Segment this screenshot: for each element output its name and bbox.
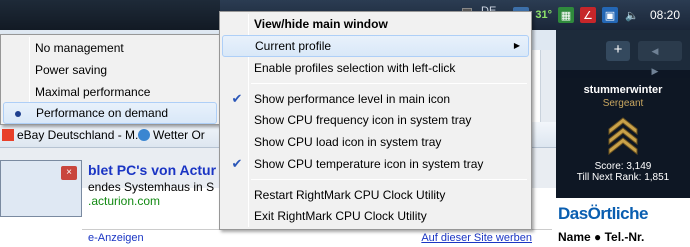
gamer-score: Score: 3,149: [594, 161, 652, 172]
menu-item-show-cpu-load[interactable]: Show CPU load icon in system tray: [222, 131, 529, 153]
tray-context-menu: View/hide main window Current profile ▶ …: [219, 11, 532, 230]
clock[interactable]: 08:20: [650, 8, 680, 22]
menu-item-exit[interactable]: Exit RightMark CPU Clock Utility: [222, 205, 529, 227]
submenu-arrow-icon: ▶: [513, 41, 520, 50]
menu-separator: [251, 83, 527, 84]
ebay-favicon: [2, 129, 14, 141]
ads-link[interactable]: e-Anzeigen: [88, 232, 144, 244]
advertise-link[interactable]: Auf dieser Site werben: [421, 232, 532, 244]
radio-selected-icon: [15, 111, 21, 117]
menu-item-label: Maximal performance: [35, 85, 151, 99]
menu-item-label: Power saving: [35, 63, 108, 77]
nav-arrows[interactable]: ◀ ▶: [638, 41, 682, 76]
menu-item-label: Performance on demand: [36, 106, 169, 120]
cpu-performance-tray-icon[interactable]: ▦: [557, 7, 574, 23]
ad-columns: Name ● Tel.-Nr.: [558, 230, 645, 244]
menu-item-show-performance-level[interactable]: ✔ Show performance level in main icon: [222, 88, 529, 110]
menu-item-performance-on-demand[interactable]: Performance on demand: [3, 102, 217, 124]
checkmark-icon: ✔: [231, 156, 243, 171]
menu-separator: [251, 179, 527, 180]
menu-item-show-cpu-temperature[interactable]: ✔ Show CPU temperature icon in system tr…: [222, 153, 529, 175]
antivirus-icon[interactable]: ∠: [579, 7, 596, 23]
menu-item-label: Show CPU frequency icon in system tray: [254, 113, 472, 127]
taskbar-left-area: [0, 0, 220, 30]
profile-submenu: No management Power saving Maximal perfo…: [0, 34, 220, 125]
volume-icon[interactable]: 🔈: [624, 7, 640, 23]
ad-url[interactable]: .acturion.com: [88, 194, 160, 208]
cpu-temperature-tray-text[interactable]: 31°: [535, 9, 552, 21]
menu-item-label: Show performance level in main icon: [254, 92, 451, 106]
menu-item-label: View/hide main window: [254, 17, 388, 31]
menu-item-label: Current profile: [255, 39, 332, 53]
menu-item-current-profile[interactable]: Current profile ▶: [222, 35, 529, 57]
gamer-username: stummerwinter: [583, 84, 663, 96]
menu-item-restart[interactable]: Restart RightMark CPU Clock Utility: [222, 184, 529, 206]
network-icon[interactable]: ▣: [601, 7, 618, 23]
checkmark-icon: ✔: [231, 91, 243, 106]
menu-item-label: Show CPU load icon in system tray: [254, 135, 442, 149]
menu-item-label: Enable profiles selection with left-clic…: [254, 61, 456, 75]
ad-description: endes Systemhaus in S: [88, 180, 215, 194]
gamer-next-rank: Till Next Rank: 1,851: [576, 172, 670, 183]
menu-item-label: Show CPU temperature icon in system tray: [254, 157, 484, 171]
menu-item-enable-profiles-left-click[interactable]: Enable profiles selection with left-clic…: [222, 57, 529, 79]
popup-window: ×: [0, 160, 82, 217]
add-button[interactable]: +: [606, 41, 630, 61]
bookmark-wetter[interactable]: Wetter Or: [138, 128, 205, 142]
menu-item-view-hide-main-window[interactable]: View/hide main window: [222, 13, 529, 35]
dasoertliche-logo: DasÖrtliche: [558, 204, 648, 223]
system-tray: ⚙ 31° ▦ ∠ ▣ 🔈 08:20: [509, 0, 690, 30]
dasoertliche-ad[interactable]: DasÖrtliche Name ● Tel.-Nr.: [556, 198, 690, 247]
bookmark-label: Wetter Or: [153, 128, 205, 142]
menu-item-label: No management: [35, 41, 124, 55]
menu-item-maximal-performance[interactable]: Maximal performance: [3, 81, 217, 103]
bookmark-ebay[interactable]: eBay Deutschland - M...: [2, 128, 145, 142]
menu-item-no-management[interactable]: No management: [3, 37, 217, 59]
menu-item-show-cpu-frequency[interactable]: Show CPU frequency icon in system tray: [222, 109, 529, 131]
menu-item-label: Restart RightMark CPU Clock Utility: [254, 188, 446, 202]
sidebar-widget: + ◀ ▶ stummerwinter Sergeant Score: 3,14…: [556, 30, 690, 247]
close-icon[interactable]: ×: [61, 166, 77, 180]
widget-toolbar: + ◀ ▶: [556, 30, 690, 76]
menu-item-power-saving[interactable]: Power saving: [3, 59, 217, 81]
menu-item-label: Exit RightMark CPU Clock Utility: [254, 209, 427, 223]
gamer-card[interactable]: stummerwinter Sergeant Score: 3,149 Till…: [556, 78, 690, 190]
gamer-rank: Sergeant: [602, 98, 644, 109]
ad-footer: e-Anzeigen Auf dieser Site werben: [82, 229, 552, 247]
ad-title[interactable]: blet PC's von Actur: [88, 162, 216, 178]
weather-favicon: [138, 129, 150, 141]
bookmark-label: eBay Deutschland - M...: [17, 128, 146, 142]
sergeant-rank-icon: [606, 115, 640, 157]
